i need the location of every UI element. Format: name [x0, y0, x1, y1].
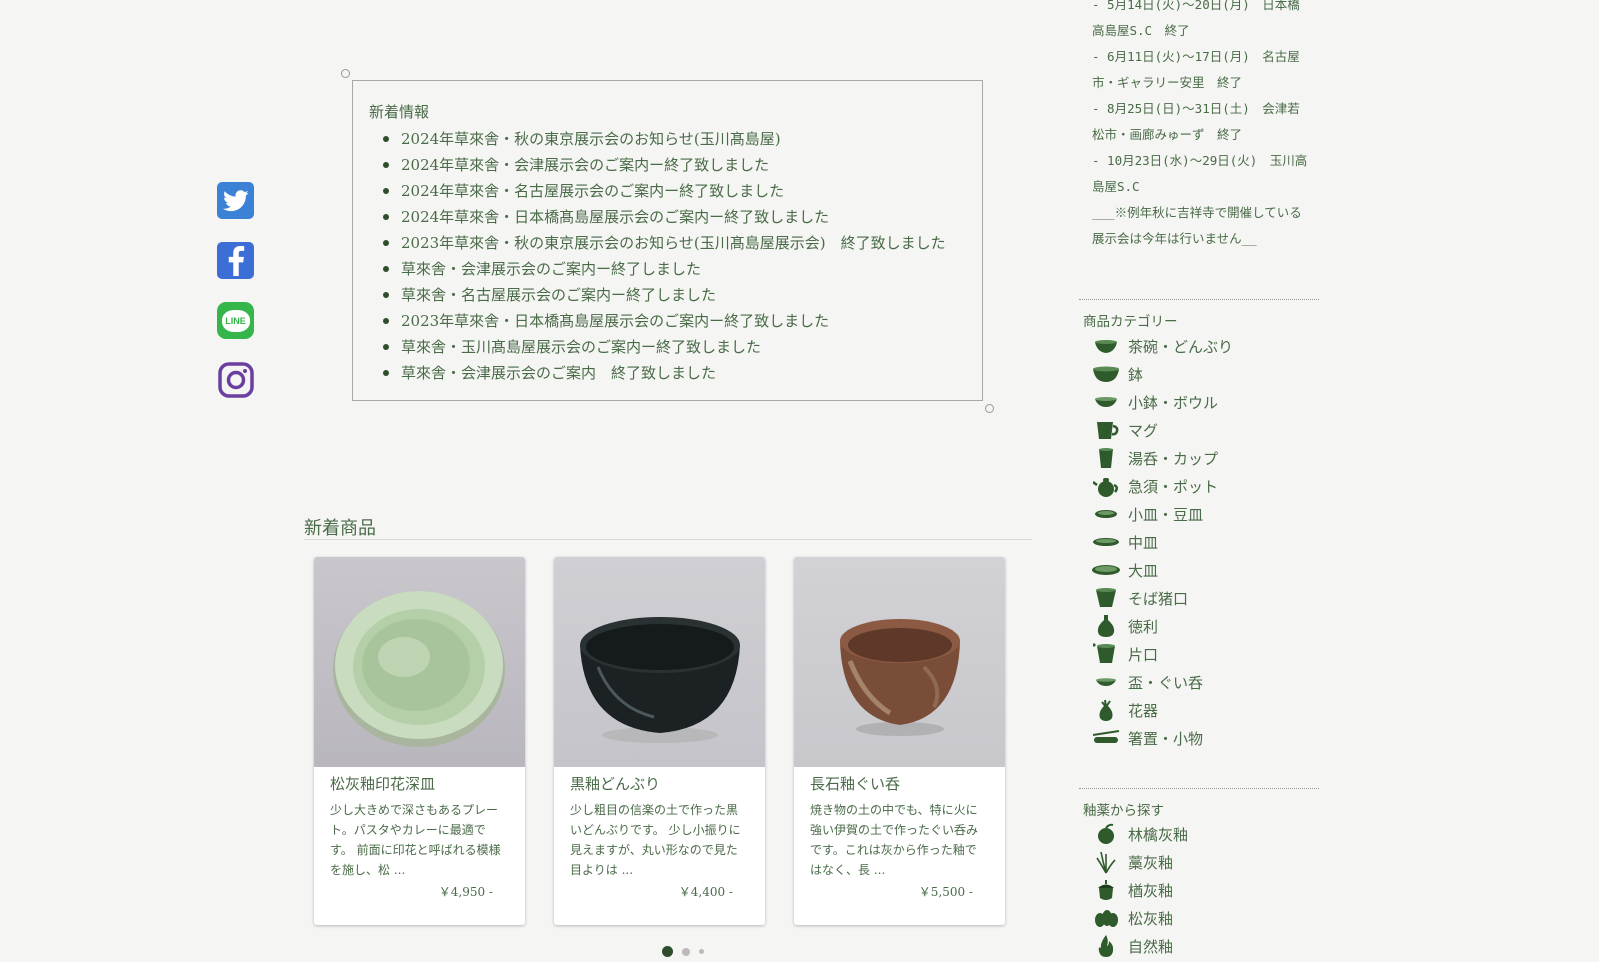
carousel-dot-active[interactable] [662, 946, 673, 957]
medium-plate-icon [1092, 530, 1120, 554]
product-description: 焼き物の土の中でも、特に火に強い伊賀の土で作ったぐい呑みです。これは灰から作った… [810, 803, 979, 877]
glaze-item-wara[interactable]: 藁灰釉 [1092, 849, 1173, 875]
carousel-dot[interactable] [699, 949, 704, 954]
news-item[interactable]: 2024年草來舎・会津展示会のご案内ー終了致しました [383, 152, 946, 178]
facebook-link[interactable] [217, 242, 254, 279]
news-panel: 新着情報 2024年草來舎・秋の東京展示会のお知らせ(玉川髙島屋) 2024年草… [352, 80, 983, 401]
product-card[interactable]: 黒釉どんぶり 少し粗目の信楽の土で作った黒いどんぶりです。 少し小振りに見えます… [554, 557, 765, 925]
twitter-icon [222, 189, 249, 212]
acorn-icon [1092, 878, 1120, 902]
category-item-tokkuri[interactable]: 徳利 [1092, 613, 1158, 639]
schedule-item: - 8月25日(日)〜31日(土) 会津若松市・画廊みゅーず 終了 [1092, 101, 1300, 142]
category-item-kozara[interactable]: 小皿・豆皿 [1092, 501, 1203, 527]
small-plate-icon [1092, 502, 1120, 526]
product-name[interactable]: 松灰釉印花深皿 [330, 773, 435, 794]
category-item-kobachi[interactable]: 小鉢・ボウル [1092, 389, 1218, 415]
resize-handle-bottom-right[interactable] [985, 404, 994, 413]
product-card[interactable]: 長石釉ぐい呑 焼き物の土の中でも、特に火に強い伊賀の土で作ったぐい呑みです。これ… [794, 557, 1005, 925]
product-description: 少し大きめで深さもあるプレート。パスタやカレーに最適です。 前面に印花と呼ばれる… [330, 803, 501, 877]
schedule-item: - 10月23日(水)〜29日(火) 玉川高島屋S.C [1092, 153, 1308, 194]
sake-cup-icon [1092, 670, 1120, 694]
bowl-icon [1092, 334, 1120, 358]
cup-icon [1092, 446, 1120, 470]
category-item-ozara[interactable]: 大皿 [1092, 557, 1158, 583]
carousel-pagination [662, 946, 704, 957]
schedule-item: - 5月14日(火)〜20日(月) 日本橋高島屋S.C 終了 [1092, 0, 1300, 38]
product-image[interactable] [794, 557, 1005, 767]
news-item[interactable]: 草來舎・会津展示会のご案内 終了致しました [383, 360, 946, 386]
facebook-icon [227, 245, 245, 276]
deep-bowl-icon [1092, 362, 1120, 386]
small-bowl-icon [1092, 390, 1120, 414]
instagram-link[interactable] [217, 361, 254, 398]
news-list: 2024年草來舎・秋の東京展示会のお知らせ(玉川髙島屋) 2024年草來舎・会津… [383, 126, 946, 386]
product-name[interactable]: 長石釉ぐい呑 [810, 773, 900, 794]
chopstick-rest-icon [1092, 726, 1120, 750]
news-item[interactable]: 2024年草來舎・日本橋髙島屋展示会のご案内ー終了致しました [383, 204, 946, 230]
sidebar-divider [1079, 299, 1319, 300]
product-price: ￥4,950 - [438, 885, 493, 899]
new-products-title: 新着商品 [304, 518, 376, 539]
vase-icon [1092, 698, 1120, 722]
product-name[interactable]: 黒釉どんぶり [570, 773, 660, 794]
news-title: 新着情報 [369, 103, 430, 121]
product-price: ￥4,400 - [678, 885, 733, 899]
katakuchi-icon [1092, 642, 1120, 666]
glaze-item-ringo[interactable]: 林檎灰釉 [1092, 821, 1188, 847]
category-item-chawan[interactable]: 茶碗・どんぶり [1092, 333, 1233, 359]
glazes-title: 釉薬から探す [1083, 803, 1164, 819]
news-item[interactable]: 草來舎・玉川髙島屋展示会のご案内ー終了致しました [383, 334, 946, 360]
teapot-icon [1092, 474, 1120, 498]
news-item[interactable]: 2024年草來舎・秋の東京展示会のお知らせ(玉川髙島屋) [383, 126, 946, 152]
sake-bottle-icon [1092, 614, 1120, 638]
line-link[interactable]: LINE [217, 302, 254, 339]
category-item-yunomi[interactable]: 湯呑・カップ [1092, 445, 1218, 471]
category-item-mug[interactable]: マグ [1092, 417, 1158, 443]
product-image[interactable] [554, 557, 765, 767]
line-icon: LINE [221, 309, 250, 332]
pine-icon [1092, 906, 1120, 930]
flame-icon [1092, 934, 1120, 958]
exhibition-schedule: - 5月14日(火)〜20日(月) 日本橋高島屋S.C 終了 - 6月11日(火… [1092, 0, 1310, 252]
product-price: ￥5,500 - [918, 885, 973, 899]
category-item-hashioki[interactable]: 箸置・小物 [1092, 725, 1203, 751]
category-item-kyusu[interactable]: 急須・ポット [1092, 473, 1218, 499]
news-item[interactable]: 2024年草來舎・名古屋展示会のご案内ー終了致しました [383, 178, 946, 204]
schedule-item: - 6月11日(火)〜17日(月) 名古屋市・ギャラリー安里 終了 [1092, 49, 1300, 90]
sidebar-divider [1079, 788, 1319, 789]
apple-icon [1092, 822, 1120, 846]
product-card[interactable]: 松灰釉印花深皿 少し大きめで深さもあるプレート。パスタやカレーに最適です。 前面… [314, 557, 525, 925]
categories-title: 商品カテゴリー [1083, 314, 1178, 330]
mug-icon [1092, 418, 1120, 442]
news-item[interactable]: 2023年草來舎・日本橋髙島屋展示会のご案内ー終了致しました [383, 308, 946, 334]
carousel-dot[interactable] [682, 947, 690, 956]
glaze-item-matsu[interactable]: 松灰釉 [1092, 905, 1173, 931]
twitter-link[interactable] [217, 182, 254, 219]
soba-cup-icon [1092, 586, 1120, 610]
news-item[interactable]: 草來舎・名古屋展示会のご案内ー終了しました [383, 282, 946, 308]
category-item-hachi[interactable]: 鉢 [1092, 361, 1143, 387]
category-item-soba-choko[interactable]: そば猪口 [1092, 585, 1188, 611]
category-item-kaki[interactable]: 花器 [1092, 697, 1158, 723]
large-plate-icon [1092, 558, 1120, 582]
schedule-item: ___※例年秋に吉祥寺で開催している展示会は今年は行いません__ [1092, 205, 1302, 246]
category-item-chuzara[interactable]: 中皿 [1092, 529, 1158, 555]
glaze-item-nara[interactable]: 楢灰釉 [1092, 877, 1173, 903]
glaze-item-shizen[interactable]: 自然釉 [1092, 933, 1173, 959]
instagram-icon [217, 361, 254, 398]
product-image[interactable] [314, 557, 525, 767]
product-description: 少し粗目の信楽の土で作った黒いどんぶりです。 少し小振りに見えますが、丸い形なの… [570, 803, 741, 877]
news-item[interactable]: 2023年草來舎・秋の東京展示会のお知らせ(玉川髙島屋展示会) 終了致しました [383, 230, 946, 256]
straw-icon [1092, 850, 1120, 874]
resize-handle-top-left[interactable] [341, 69, 350, 78]
category-item-guinomi[interactable]: 盃・ぐい呑 [1092, 669, 1203, 695]
news-item[interactable]: 草來舎・会津展示会のご案内ー終了しました [383, 256, 946, 282]
category-item-katakuchi[interactable]: 片口 [1092, 641, 1158, 667]
section-divider [304, 539, 1032, 540]
